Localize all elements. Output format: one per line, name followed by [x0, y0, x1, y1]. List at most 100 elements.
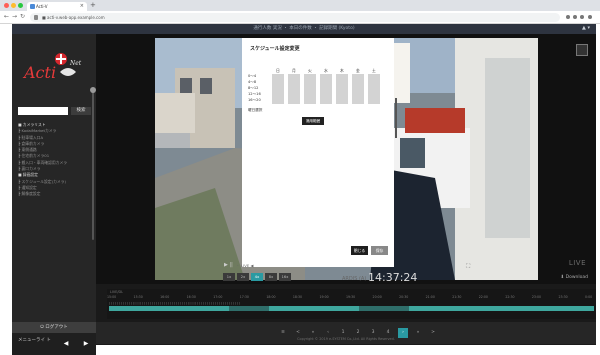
- schedule-cell[interactable]: [336, 98, 348, 104]
- schedule-cell[interactable]: [352, 80, 364, 86]
- close-window-icon[interactable]: [4, 3, 9, 8]
- sidebar-item[interactable]: ┣ 東側通路: [18, 147, 94, 153]
- live-toggle[interactable]: ・ LIVE ◀: [236, 263, 253, 269]
- schedule-cell[interactable]: [336, 74, 348, 80]
- schedule-cell[interactable]: [352, 74, 364, 80]
- schedule-cell[interactable]: [336, 92, 348, 98]
- schedule-cell[interactable]: [304, 98, 316, 104]
- schedule-cell[interactable]: [304, 92, 316, 98]
- browser-menu-icon[interactable]: [588, 15, 592, 19]
- user-menu[interactable]: ▲ ▾: [582, 25, 590, 31]
- schedule-cell[interactable]: [320, 74, 332, 80]
- timeline-ruler[interactable]: LIVE/DL 15:00 15:30 16:00 16:30 17:00 17:30 18…: [107, 289, 596, 319]
- schedule-cell[interactable]: [320, 98, 332, 104]
- reload-icon[interactable]: ↻: [20, 13, 25, 20]
- schedule-cell[interactable]: [336, 80, 348, 86]
- speed-button[interactable]: 8x: [265, 273, 277, 281]
- schedule-cell[interactable]: [336, 86, 348, 92]
- recording-segment: [269, 306, 359, 311]
- schedule-cell[interactable]: [288, 98, 300, 104]
- browser-tab[interactable]: Acti-V ×: [27, 2, 87, 11]
- sidebar: Acti Net 検索 ■ カメラリスト ┣ KodaiMarketカメラ ┣ 駐車…: [12, 34, 96, 355]
- schedule-cell[interactable]: [352, 92, 364, 98]
- recording-bar[interactable]: [109, 306, 594, 311]
- play-pause-icon[interactable]: ▶ ||: [224, 262, 233, 268]
- prev-icon[interactable]: ◀: [56, 333, 76, 355]
- speed-button[interactable]: 4x: [251, 273, 263, 281]
- schedule-cell[interactable]: [320, 86, 332, 92]
- day-of-week-label: 曜日選択: [248, 108, 263, 112]
- time-tick-label: 18:00: [266, 295, 276, 299]
- schedule-cell[interactable]: [352, 86, 364, 92]
- close-button[interactable]: 閉じる: [351, 246, 368, 255]
- fullscreen-icon[interactable]: [576, 44, 588, 56]
- sidebar-item[interactable]: ┣ KodaiMarketカメラ: [18, 128, 94, 134]
- grid-icon[interactable]: ⛶: [466, 263, 470, 271]
- maximize-window-icon[interactable]: [18, 3, 23, 8]
- logout-button[interactable]: ⏻ ログアウト: [12, 322, 96, 333]
- extension-icon[interactable]: [566, 15, 570, 19]
- profile-icon[interactable]: [580, 15, 584, 19]
- new-tab-button[interactable]: +: [90, 1, 96, 9]
- download-button[interactable]: ⬇ Download: [560, 275, 588, 280]
- sidebar-item[interactable]: ┣ 裏口カメラ: [18, 166, 94, 172]
- sidebar-item[interactable]: ┣ 駐車場入口A: [18, 135, 94, 141]
- schedule-cell[interactable]: [352, 98, 364, 104]
- schedule-cell[interactable]: [304, 80, 316, 86]
- schedule-cell[interactable]: [368, 86, 380, 92]
- time-tick-label: 16:30: [186, 295, 196, 299]
- schedule-cell[interactable]: [368, 80, 380, 86]
- sidebar-section-header[interactable]: ■ カメラリスト: [18, 122, 94, 128]
- time-tick-label: 0:00: [585, 295, 593, 299]
- sidebar-item[interactable]: ┣ 住宅前カメラ01: [18, 153, 94, 159]
- schedule-cell[interactable]: [368, 92, 380, 98]
- menu-light-button[interactable]: メニューライ ト: [12, 333, 56, 355]
- top-status-text: 通行人数 実況 ・ 本日の件数 ・ 記録期間 (Kyoto): [253, 26, 355, 31]
- video-area: スケジュール設定変更 日月火水木金土 0〜4 4〜8 8〜12 12〜16 16〜20 …: [96, 34, 596, 284]
- schedule-cell[interactable]: [288, 74, 300, 80]
- url-field[interactable]: ■ acti-v.web-app.example.com: [30, 13, 560, 22]
- schedule-cell[interactable]: [272, 86, 284, 92]
- sidebar-item[interactable]: ┣ 通知設定: [18, 185, 94, 191]
- schedule-cell[interactable]: [272, 98, 284, 104]
- browser-tab-bar: Acti-V × +: [0, 0, 600, 11]
- sidebar-item[interactable]: ┣ 搬入口・車両確認用カメラ: [18, 160, 94, 166]
- search-input[interactable]: [18, 107, 68, 115]
- back-icon[interactable]: ←: [4, 13, 9, 20]
- sidebar-item[interactable]: ┣ 倉庫前カメラ: [18, 141, 94, 147]
- schedule-cell[interactable]: [288, 86, 300, 92]
- time-row-label: 8〜12: [248, 86, 259, 91]
- speed-button[interactable]: 1x: [223, 273, 235, 281]
- time-tick-label: 16:00: [160, 295, 170, 299]
- recording-segment: [109, 306, 229, 311]
- forward-icon[interactable]: →: [12, 13, 17, 20]
- apply-range-button[interactable]: 適用範囲: [302, 117, 324, 125]
- search-button[interactable]: 検索: [71, 107, 91, 115]
- speed-button[interactable]: 16x: [279, 273, 291, 281]
- schedule-cell[interactable]: [368, 74, 380, 80]
- schedule-cell[interactable]: [288, 80, 300, 86]
- schedule-cell[interactable]: [304, 74, 316, 80]
- time-tick-label: 20:00: [372, 295, 382, 299]
- save-button[interactable]: 保存: [371, 246, 388, 255]
- speed-button[interactable]: 2x: [237, 273, 249, 281]
- schedule-cell[interactable]: [320, 80, 332, 86]
- schedule-cell[interactable]: [368, 98, 380, 104]
- screen: Acti-V × + ← → ↻ ■ acti-v.web-app.exampl…: [0, 0, 600, 355]
- schedule-cell[interactable]: [288, 92, 300, 98]
- schedule-cell[interactable]: [272, 80, 284, 86]
- bookmark-icon[interactable]: [573, 15, 577, 19]
- schedule-cell[interactable]: [320, 92, 332, 98]
- schedule-cell[interactable]: [272, 74, 284, 80]
- recording-segment: [409, 306, 594, 311]
- sidebar-item[interactable]: ┣ 解像度設定: [18, 191, 94, 197]
- sidebar-item[interactable]: ┣ スケジュール設定(カメラ): [18, 179, 94, 185]
- minimize-window-icon[interactable]: [11, 3, 16, 8]
- time-tick-label: 15:00: [107, 295, 117, 299]
- schedule-cell[interactable]: [272, 92, 284, 98]
- lock-icon: [34, 15, 38, 20]
- next-icon[interactable]: ▶: [76, 333, 96, 355]
- tab-close-icon[interactable]: ×: [80, 2, 84, 11]
- sidebar-section-header[interactable]: ■ 録画設定: [18, 172, 94, 178]
- schedule-cell[interactable]: [304, 86, 316, 92]
